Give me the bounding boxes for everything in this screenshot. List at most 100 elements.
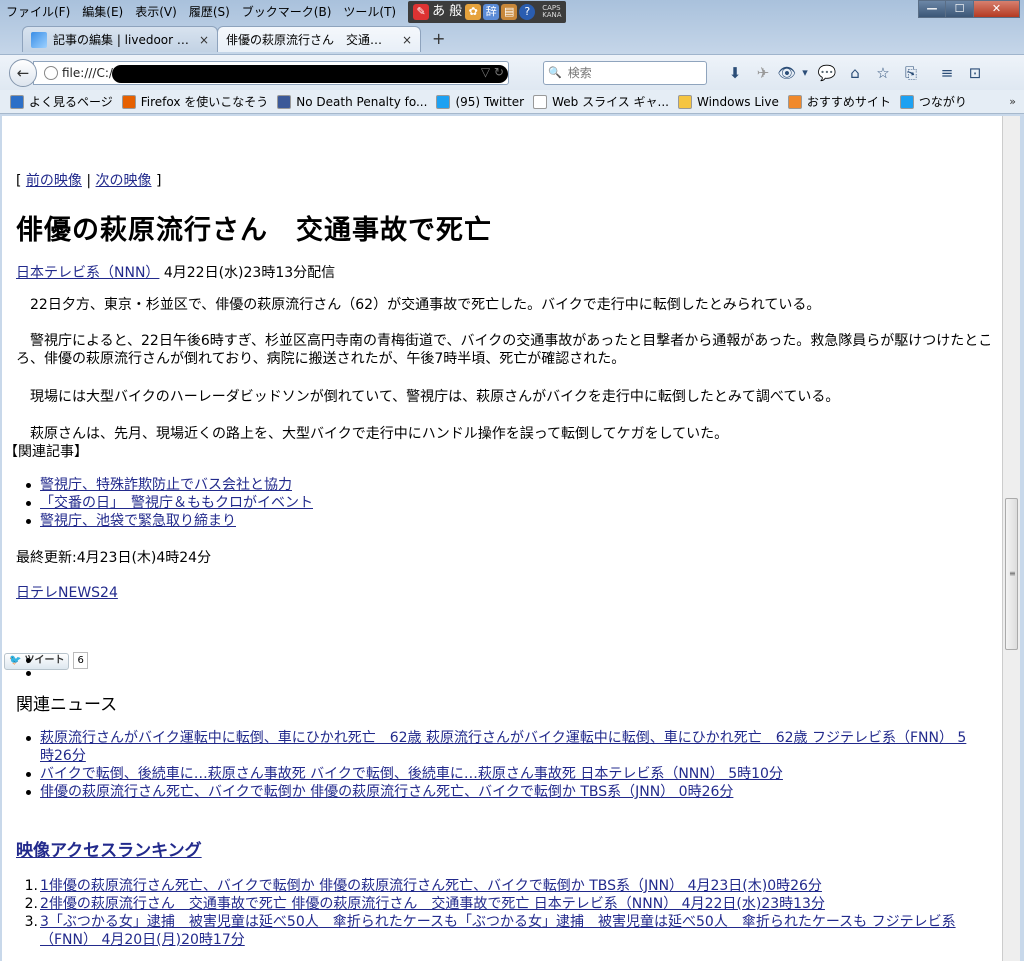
kana-label: KANA bbox=[542, 11, 562, 19]
addon-icon[interactable]: ⊡ bbox=[961, 64, 989, 82]
new-tab-button[interactable]: + bbox=[432, 29, 445, 48]
close-window-button[interactable]: ✕ bbox=[974, 0, 1020, 18]
bracket-close: ] bbox=[156, 173, 162, 189]
bookmark-favicon-icon bbox=[899, 94, 914, 109]
list-item: 2. 2俳優の萩原流行さん 交通事故で死亡 俳優の萩原流行さん 交通事故で死亡 日… bbox=[2, 895, 956, 913]
bookmark-label: No Death Penalty fo... bbox=[296, 94, 428, 109]
next-video-link[interactable]: 次の映像 bbox=[96, 173, 152, 189]
reload-icon[interactable]: ▽ ↻ bbox=[481, 65, 504, 79]
paragraph-1: 22日夕方、東京・杉並区で、俳優の萩原流行さん（62）が交通事故で死亡した。バイ… bbox=[16, 297, 821, 313]
paragraph-2: 警視庁によると、22日午後6時すぎ、杉並区高円寺南の青梅街道で、バイクの交通事故… bbox=[16, 333, 993, 367]
ime-text[interactable]: あ 般 bbox=[430, 4, 464, 20]
bookmark-favicon-icon bbox=[533, 94, 548, 109]
search-input[interactable]: 検索 bbox=[568, 64, 592, 81]
bookmark-favicon-icon bbox=[436, 94, 451, 109]
tab-label: 記事の編集 | livedoor Blog bbox=[53, 33, 189, 47]
bookmark-item[interactable]: Windows Live bbox=[677, 94, 779, 109]
ranking-heading-link[interactable]: 映像アクセスランキング bbox=[16, 841, 202, 861]
menu-edit[interactable]: 編集(E) bbox=[76, 1, 129, 23]
related-news-link-cont[interactable]: 時26分 bbox=[40, 748, 86, 764]
search-box[interactable]: 🔍 検索 bbox=[543, 60, 707, 85]
bookmark-favicon-icon bbox=[121, 94, 136, 109]
tab-close-icon[interactable]: × bbox=[199, 33, 209, 47]
menu-view[interactable]: 表示(V) bbox=[129, 1, 183, 23]
navigation-bar: ← file:///C:/U ▽ ↻ 🔍 検索 ⬇ ✈ 👁 ▾ 💬 ⌂ ☆ ⎘ … bbox=[0, 54, 1024, 90]
news24-link[interactable]: 日テレNEWS24 bbox=[16, 582, 118, 602]
bookmark-favicon-icon bbox=[10, 94, 24, 109]
scrollbar-thumb[interactable]: ≡ bbox=[1005, 498, 1018, 650]
url-bar[interactable]: file:///C:/U ▽ ↻ bbox=[33, 60, 509, 85]
rank-number: 3. bbox=[24, 914, 38, 930]
bookmarks-icon[interactable]: ⎘ bbox=[897, 64, 925, 82]
list-item: 1. 1俳優の萩原流行さん死亡、バイクで転倒か 俳優の萩原流行さん死亡、バイクで転… bbox=[2, 877, 956, 895]
bookmark-item[interactable]: (95) Twitter bbox=[436, 94, 525, 109]
menu-history[interactable]: 履歴(S) bbox=[183, 1, 236, 23]
back-button[interactable]: ← bbox=[9, 58, 37, 87]
bracket-open: [ bbox=[16, 173, 22, 189]
bullet bbox=[26, 736, 31, 741]
menu-file[interactable]: ファイル(F) bbox=[0, 1, 76, 23]
related-article-link[interactable]: 警視庁、池袋で緊急取り締まり bbox=[40, 513, 236, 529]
ranking-link[interactable]: 3「ぶつかる女」逮捕 被害児童は延べ50人 傘折られたケースも「ぶつかる女」逮捕… bbox=[40, 914, 956, 930]
chat-icon[interactable]: 💬 bbox=[813, 64, 841, 82]
bookmark-label: (95) Twitter bbox=[455, 94, 525, 109]
related-news-link[interactable]: 俳優の萩原流行さん死亡、バイクで転倒か 俳優の萩原流行さん死亡、バイクで転倒か … bbox=[40, 784, 733, 800]
menu-bar: ファイル(F) 編集(E) 表示(V) 履歴(S) ブックマーク(B) ツール(… bbox=[0, 0, 1024, 24]
ime-help-icon[interactable]: ? bbox=[519, 4, 536, 20]
vertical-scrollbar[interactable]: ≡ bbox=[1002, 116, 1020, 961]
window-border bbox=[1020, 116, 1024, 961]
article-title: 俳優の萩原流行さん 交通事故で死亡 bbox=[16, 215, 492, 246]
menu-tools[interactable]: ツール(T) bbox=[337, 1, 402, 23]
globe-icon bbox=[44, 65, 58, 80]
bookmark-item[interactable]: おすすめサイト bbox=[787, 93, 891, 110]
bookmark-item[interactable]: Web スライス ギャ... bbox=[533, 93, 669, 110]
download-icon[interactable]: ⬇ bbox=[721, 64, 749, 82]
ime-toolbox-icon[interactable]: ▤ bbox=[501, 4, 518, 20]
related-article-link[interactable]: 警視庁、特殊詐欺防止でバス会社と協力 bbox=[40, 477, 292, 493]
tab-label: 俳優の萩原流行さん 交通事... bbox=[226, 33, 392, 47]
ime-tool-icon[interactable]: ✿ bbox=[465, 4, 482, 20]
bookmark-item[interactable]: Firefox を使いこなそう bbox=[121, 93, 269, 110]
bookmark-item[interactable]: つながり bbox=[899, 93, 967, 110]
tab-close-icon[interactable]: × bbox=[402, 33, 412, 47]
related-article-link[interactable]: 「交番の日」 警視庁＆ももクロがイベント bbox=[40, 495, 313, 511]
ime-mode-icon[interactable]: ✎ bbox=[413, 4, 430, 20]
ranking-link[interactable]: 2俳優の萩原流行さん 交通事故で死亡 俳優の萩原流行さん 交通事故で死亡 日本テ… bbox=[40, 896, 825, 912]
list-item bbox=[2, 667, 88, 681]
related-news-link[interactable]: 萩原流行さんがバイク運転中に転倒、車にひかれ死亡 62歳 萩原流行さんがバイク運… bbox=[40, 730, 966, 746]
browser-window: ファイル(F) 編集(E) 表示(V) 履歴(S) ブックマーク(B) ツール(… bbox=[0, 0, 1024, 961]
last-updated: 最終更新:4月23日(木)4時24分 bbox=[16, 550, 212, 566]
bookmark-label: Windows Live bbox=[696, 94, 779, 109]
bookmarks-overflow-button[interactable]: » bbox=[1009, 95, 1016, 108]
bookmark-label: Firefox を使いこなそう bbox=[140, 95, 269, 109]
maximize-button[interactable]: ☐ bbox=[946, 0, 974, 18]
bullet bbox=[26, 519, 31, 524]
dropdown-icon[interactable]: ▾ bbox=[797, 66, 813, 79]
ime-dictionary-icon[interactable]: 辞 bbox=[483, 4, 500, 20]
menu-bookmarks[interactable]: ブックマーク(B) bbox=[236, 1, 338, 23]
list-item: 3. 3「ぶつかる女」逮捕 被害児童は延べ50人 傘折られたケースも「ぶつかる女」… bbox=[2, 913, 956, 949]
eye-icon[interactable]: 👁 bbox=[777, 64, 797, 82]
minimize-button[interactable]: — bbox=[918, 0, 946, 18]
related-news-list: 萩原流行さんがバイク運転中に転倒、車にひかれ死亡 62歳 萩原流行さんがバイク運… bbox=[2, 729, 966, 801]
related-articles-label: 【関連記事】 bbox=[4, 444, 88, 460]
list-item: 警視庁、特殊詐欺防止でバス会社と協力 bbox=[2, 476, 313, 494]
star-icon[interactable]: ☆ bbox=[869, 64, 897, 82]
home-icon[interactable]: ⌂ bbox=[841, 64, 869, 82]
bullet bbox=[26, 790, 31, 795]
related-news-link[interactable]: バイクで転倒、後続車に…萩原さん事故死 バイクで転倒、後続車に…萩原さん事故死 … bbox=[40, 766, 783, 782]
source-link[interactable]: 日本テレビ系（NNN） bbox=[16, 265, 159, 281]
tab-article[interactable]: 俳優の萩原流行さん 交通事... × bbox=[217, 26, 421, 52]
ranking-link[interactable]: 1俳優の萩原流行さん死亡、バイクで転倒か 俳優の萩原流行さん死亡、バイクで転倒か… bbox=[40, 878, 822, 894]
prev-video-link[interactable]: 前の映像 bbox=[26, 173, 82, 189]
related-articles-list: 警視庁、特殊詐欺防止でバス会社と協力 「交番の日」 警視庁＆ももクロがイベント … bbox=[2, 476, 313, 530]
bookmark-label: よく見るページ bbox=[29, 95, 113, 109]
send-icon[interactable]: ✈ bbox=[749, 64, 777, 82]
share-list: 🐦 ツイート 6 bbox=[2, 650, 88, 681]
tab-livedoor-blog[interactable]: 記事の編集 | livedoor Blog × bbox=[22, 26, 218, 52]
menu-icon[interactable]: ≡ bbox=[933, 64, 961, 82]
bullet bbox=[26, 671, 31, 676]
bookmark-item[interactable]: No Death Penalty fo... bbox=[277, 94, 428, 109]
ranking-link-cont[interactable]: （FNN） 4月20日(月)20時17分 bbox=[40, 932, 245, 948]
bookmark-item[interactable]: よく見るページ bbox=[10, 93, 113, 110]
